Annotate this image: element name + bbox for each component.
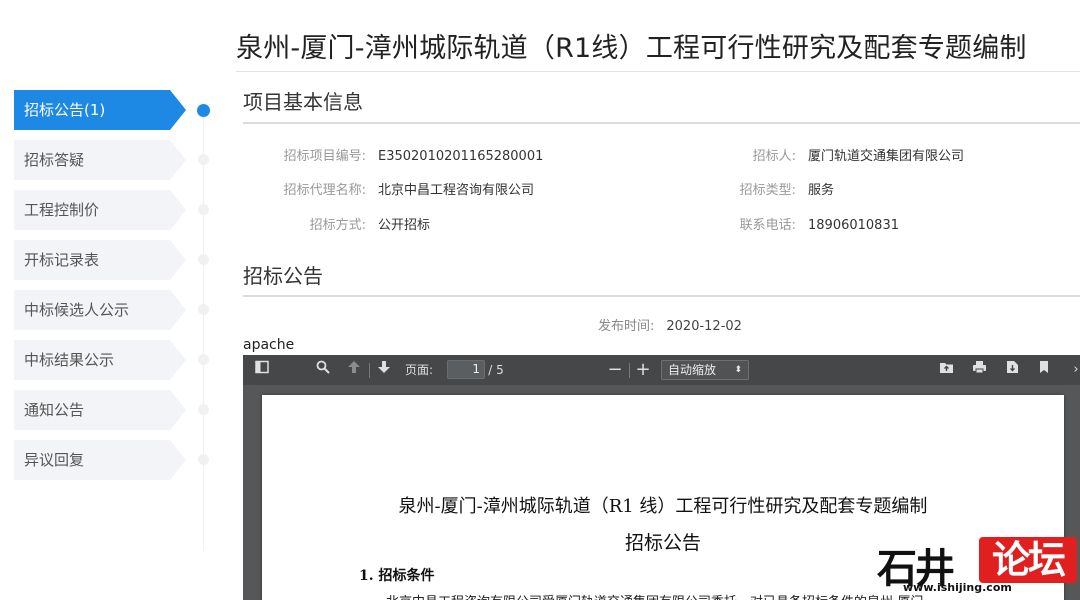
frame-label: apache: [243, 337, 295, 353]
next-page-icon[interactable]: [373, 355, 395, 385]
total-pages: / 5: [488, 363, 504, 377]
previous-page-icon[interactable]: [343, 355, 365, 385]
download-icon[interactable]: [1002, 355, 1022, 385]
timeline-dot: [198, 254, 209, 265]
announcement-divider: [243, 295, 1080, 297]
document-title: 泉州-厦门-漳州城际轨道（R1 线）工程可行性研究及配套专题编制: [398, 496, 928, 517]
project-no-value: E3502010201165280001: [378, 149, 544, 164]
timeline-dot: [198, 454, 209, 465]
sidebar-item-announcement[interactable]: 通知公告: [14, 390, 186, 430]
type-label: 招标类型:: [739, 183, 796, 198]
toolbar-separator: [369, 363, 370, 378]
sidebar-item-tender-qa[interactable]: 招标答疑: [14, 140, 186, 180]
watermark-logo: 石井 论坛 www.ishijing.com: [877, 536, 1077, 600]
project-no-row: 招标项目编号: E3502010201165280001: [243, 145, 544, 164]
phone-label: 联系电话:: [739, 218, 796, 233]
sidebar-item-control-price[interactable]: 工程控制价: [14, 190, 186, 230]
document-section-heading: 1. 招标条件: [359, 568, 435, 584]
publish-time-value: 2020-12-02: [666, 319, 742, 334]
project-info-heading: 项目基本信息: [243, 90, 363, 114]
method-row: 招标方式: 公开招标: [243, 214, 430, 233]
watermark-text-red: 论坛: [979, 537, 1077, 583]
timeline-dot: [198, 204, 209, 215]
publish-time-label: 发布时间:: [598, 319, 655, 334]
method-label: 招标方式:: [309, 218, 366, 233]
agent-value: 北京中昌工程咨询有限公司: [378, 183, 535, 198]
zoom-select[interactable]: 自动缩放 ⬍: [661, 360, 749, 380]
timeline-dot: [198, 154, 209, 165]
type-value: 服务: [808, 183, 835, 198]
publish-time: 发布时间: 2020-12-02: [598, 315, 742, 334]
more-tools-icon[interactable]: ›: [1069, 355, 1080, 385]
zoom-select-value: 自动缩放: [668, 363, 717, 377]
print-icon[interactable]: [969, 355, 989, 385]
project-no-label: 招标项目编号:: [283, 149, 366, 164]
phone-row: 联系电话: 18906010831: [700, 214, 899, 233]
document-body-text: 北京中昌工程咨询有限公司受厦门轨道交通集团有限公司委托，对已具备招标条件的泉州-…: [386, 591, 923, 600]
bookmark-icon[interactable]: [1035, 355, 1053, 385]
announcement-heading: 招标公告: [243, 264, 323, 288]
toolbar-separator: [629, 363, 630, 378]
sidebar-toggle-icon[interactable]: [251, 355, 273, 385]
tenderer-label: 招标人:: [752, 149, 796, 164]
sidebar-item-tender-notice[interactable]: 招标公告(1): [14, 90, 186, 130]
sidebar-nav: 招标公告(1) 招标答疑 工程控制价 开标记录表 中标候选人公示 中标结果公示 …: [14, 90, 194, 490]
timeline-dot-active: [197, 104, 210, 117]
page-title: 泉州-厦门-漳州城际轨道（R1线）工程可行性研究及配套专题编制: [236, 33, 1027, 64]
open-file-icon[interactable]: [936, 355, 956, 385]
sidebar-item-result-notice[interactable]: 中标结果公示: [14, 340, 186, 380]
title-divider: [236, 71, 1080, 72]
search-icon[interactable]: [312, 355, 334, 385]
page-number-input[interactable]: 1: [447, 360, 485, 379]
watermark-url: www.ishijing.com: [903, 581, 1012, 594]
phone-value: 18906010831: [808, 218, 899, 233]
sidebar-item-objection-reply[interactable]: 异议回复: [14, 440, 186, 480]
timeline-line: [203, 110, 204, 550]
page-label: 页面:: [404, 363, 434, 377]
tenderer-value: 厦门轨道交通集团有限公司: [808, 149, 965, 164]
tenderer-row: 招标人: 厦门轨道交通集团有限公司: [700, 145, 964, 164]
method-value: 公开招标: [378, 218, 431, 233]
timeline-dot: [198, 304, 209, 315]
sidebar-item-candidate-notice[interactable]: 中标候选人公示: [14, 290, 186, 330]
project-info-divider: [243, 122, 1080, 124]
select-arrows-icon: ⬍: [734, 365, 742, 375]
pdf-toolbar: 页面: 1 / 5 − + 自动缩放 ⬍ ›: [243, 355, 1080, 385]
type-row: 招标类型: 服务: [700, 179, 834, 198]
zoom-in-icon[interactable]: +: [633, 355, 653, 385]
agent-row: 招标代理名称: 北京中昌工程咨询有限公司: [243, 179, 534, 198]
sidebar-item-bid-opening-record[interactable]: 开标记录表: [14, 240, 186, 280]
agent-label: 招标代理名称:: [283, 183, 366, 198]
timeline-dot: [198, 354, 209, 365]
timeline-dot: [198, 404, 209, 415]
zoom-out-icon[interactable]: −: [605, 355, 625, 385]
